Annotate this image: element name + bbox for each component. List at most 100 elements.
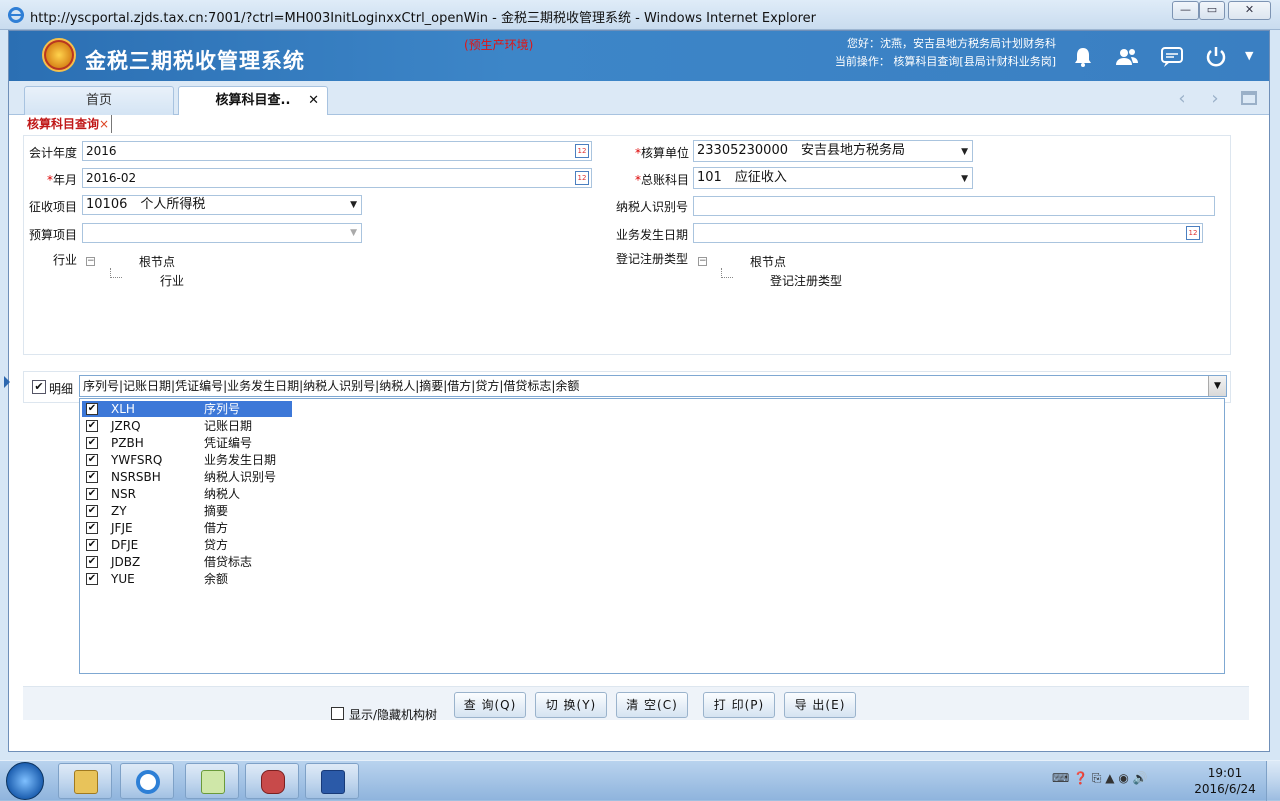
column-option-name: 余额 [204,572,229,586]
columns-dropdown-list: ✔ XLH 序列号 ✔ JZRQ 记账日期 ✔ PZBH 凭证编号 ✔ YWFSRQ 业务发生日期 ✔ N… [79,398,1225,674]
window-restore-icon[interactable] [1241,91,1257,105]
column-option-checkbox[interactable]: ✔ [86,556,98,568]
column-option-checkbox[interactable]: ✔ [86,573,98,585]
maximize-button[interactable]: ▭ [1199,1,1225,20]
column-option-name: 纳税人 [204,487,241,501]
detail-label: 明细 [49,382,74,396]
calendar-icon[interactable]: 12 [1186,226,1200,240]
chevron-down-icon[interactable]: ▼ [1208,376,1226,396]
close-window-button[interactable]: ✕ [1228,1,1271,20]
subtab-close-icon[interactable]: × [99,117,109,131]
ie-window: http://yscportal.zjds.tax.cn:7001/?ctrl=… [0,0,1280,760]
tab-prev-icon[interactable]: ‹ [1169,89,1195,111]
subtab-account-query[interactable]: 核算科目查询× [27,115,113,133]
column-option-checkbox[interactable]: ✔ [86,488,98,500]
minimize-button[interactable]: — [1172,1,1199,20]
taxpayer-id-label: 纳税人识别号 [616,200,689,214]
column-option[interactable]: ✔ NSR 纳税人 [82,486,292,502]
app-footer [9,723,1269,751]
column-option-name: 业务发生日期 [204,453,277,467]
header-dropdown-icon[interactable]: ▼ [1245,49,1253,62]
taxpayer-id-input[interactable] [693,196,1215,216]
tab-close-icon[interactable]: ✕ [308,87,319,115]
taskbar-ie[interactable] [120,763,174,799]
column-option[interactable]: ✔ XLH 序列号 [82,401,292,417]
show-desktop-button[interactable] [1266,761,1280,801]
clock-time: 19:01 [1207,766,1243,780]
levy-item-select[interactable]: 10106 个人所得税 ▼ [82,195,362,215]
ledger-select[interactable]: 101 应征收入 ▼ [693,167,973,189]
chevron-down-icon: ▼ [350,228,357,238]
column-option-checkbox[interactable]: ✔ [86,505,98,517]
side-expand-icon[interactable] [4,376,10,388]
calendar-icon[interactable]: 12 [575,171,589,185]
column-option[interactable]: ✔ ZY 摘要 [82,503,292,519]
unit-label: *核算单位 [635,144,689,161]
budget-item-select[interactable]: ▼ [82,223,362,243]
tab-account-query-label: 核算科目查.. [215,93,291,108]
show-org-tree-checkbox[interactable] [331,707,344,720]
column-option-checkbox[interactable]: ✔ [86,420,98,432]
export-button[interactable]: 导 出(E) [784,692,856,718]
system-tray[interactable]: ⌨ ❓ ⎘ ▲ ◉ 🔊 [1052,771,1192,786]
people-icon[interactable] [1110,40,1144,74]
taskbar-database[interactable] [245,763,299,799]
clear-button[interactable]: 清 空(C) [616,692,688,718]
clock[interactable]: 19:01 2016/6/24 [1190,765,1260,797]
chat-icon[interactable] [1155,40,1189,74]
columns-select[interactable]: 序列号|记账日期|凭证编号|业务发生日期|纳税人识别号|纳税人|摘要|借方|贷方… [79,375,1227,397]
ledger-label-text: 总账科目 [641,173,690,187]
month-label: *年月 [47,171,77,188]
detail-checkbox[interactable]: ✔ [32,380,46,394]
calendar-icon[interactable]: 12 [575,144,589,158]
subtab-label: 核算科目查询 [27,117,100,131]
switch-button[interactable]: 切 换(Y) [535,692,607,718]
column-option[interactable]: ✔ YWFSRQ 业务发生日期 [82,452,292,468]
industry-tree-node[interactable]: 行业 [160,272,184,289]
power-icon[interactable] [1199,40,1233,74]
column-option[interactable]: ✔ JFJE 借方 [82,520,292,536]
taskbar-word[interactable] [305,763,359,799]
month-field[interactable]: 2016-02 12 [82,168,592,188]
column-option[interactable]: ✔ JZRQ 记账日期 [82,418,292,434]
month-value: 2016-02 [86,171,137,185]
column-option-checkbox[interactable]: ✔ [86,471,98,483]
column-option-checkbox[interactable]: ✔ [86,403,98,415]
reg-type-tree-root[interactable]: 根节点 [750,253,786,270]
unit-select[interactable]: 23305230000 安吉县地方税务局 ▼ [693,140,973,162]
user-info: 您好：沈燕，安吉县地方税务局计划财务科 当前操作： 核算科目查询[县局计财科业务… [769,35,1056,71]
fiscal-year-field[interactable]: 2016 12 [82,141,592,161]
column-option-checkbox[interactable]: ✔ [86,522,98,534]
column-option-name: 记账日期 [204,419,253,433]
tab-next-icon[interactable]: › [1202,89,1228,111]
column-option[interactable]: ✔ NSRSBH 纳税人识别号 [82,469,292,485]
column-option-checkbox[interactable]: ✔ [86,454,98,466]
query-form: 会计年度 2016 12 *年月 2016-02 12 征收项目 10106 个… [23,135,1231,355]
column-option[interactable]: ✔ DFJE 贷方 [82,537,292,553]
tab-home[interactable]: 首页 [24,86,174,115]
column-option-code: NSRSBH [111,470,161,484]
tree-connector [110,268,122,278]
column-option[interactable]: ✔ YUE 余额 [82,571,292,587]
biz-date-field[interactable]: 12 [693,223,1203,243]
query-button[interactable]: 查 询(Q) [454,692,526,718]
column-option[interactable]: ✔ PZBH 凭证编号 [82,435,292,451]
column-option-checkbox[interactable]: ✔ [86,437,98,449]
column-option-name: 借方 [204,521,229,535]
tree-collapse-icon[interactable]: − [698,257,707,266]
start-button[interactable] [6,762,44,800]
bell-icon[interactable] [1066,40,1100,74]
tree-collapse-icon[interactable]: − [86,257,95,266]
column-option-checkbox[interactable]: ✔ [86,539,98,551]
column-option[interactable]: ✔ JDBZ 借贷标志 [82,554,292,570]
tab-account-query[interactable]: 核算科目查.. ✕ [178,86,328,115]
levy-item-value: 10106 个人所得税 [86,197,206,212]
industry-tree-root[interactable]: 根节点 [139,253,175,270]
print-button[interactable]: 打 印(P) [703,692,775,718]
reg-type-tree-node[interactable]: 登记注册类型 [770,272,842,289]
unit-label-text: 核算单位 [641,146,690,160]
taskbar-app[interactable] [185,763,239,799]
action-bar: 显示/隐藏机构树 查 询(Q) 切 换(Y) 清 空(C) 打 印(P) 导 出… [23,686,1249,722]
show-org-tree-label: 显示/隐藏机构树 [349,708,438,722]
taskbar-explorer[interactable] [58,763,112,799]
